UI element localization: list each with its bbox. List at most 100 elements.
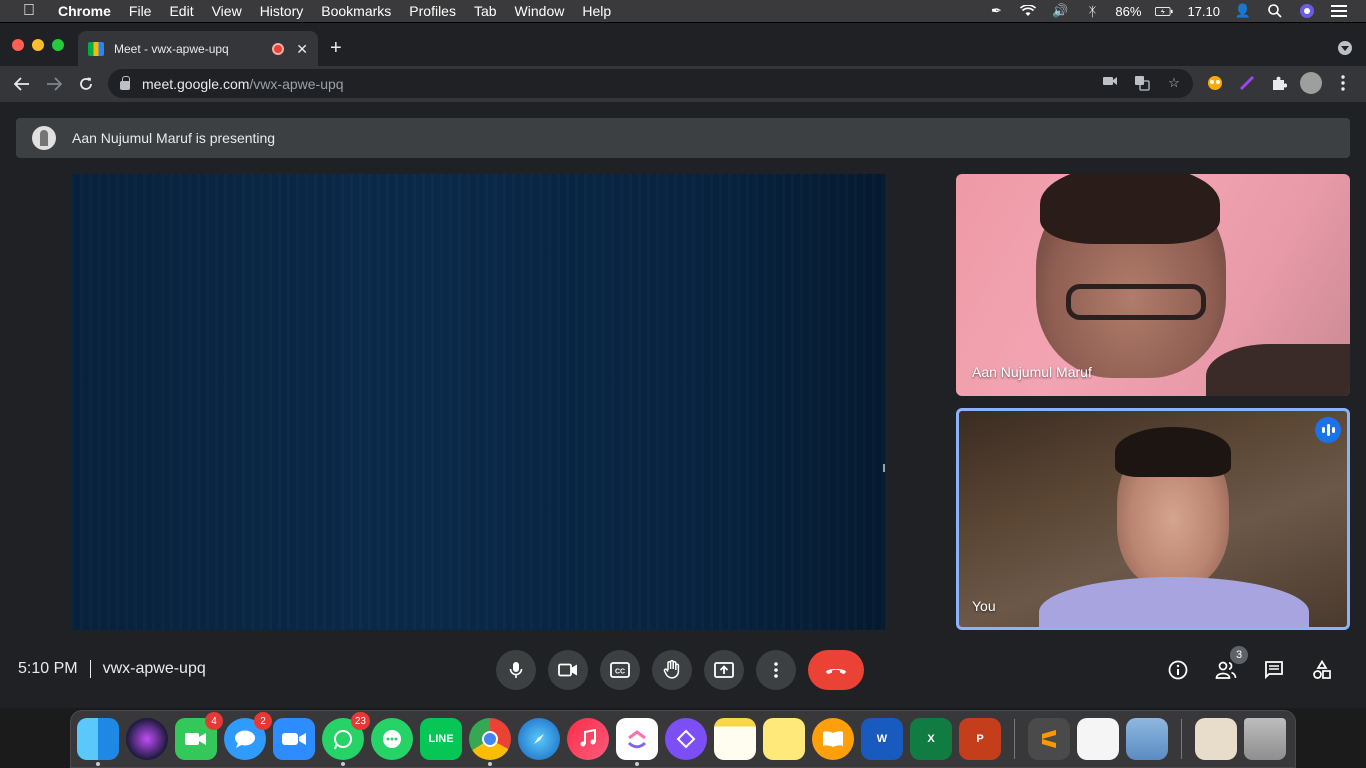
messages-badge: 2: [254, 712, 272, 730]
browser-toolbar: meet.google.com/vwx-apwe-upq ☆: [0, 66, 1366, 102]
bookmark-star-icon[interactable]: ☆: [1165, 75, 1183, 91]
more-options-button[interactable]: [756, 650, 796, 690]
control-center-icon[interactable]: [1330, 4, 1348, 18]
trash-icon[interactable]: [1244, 718, 1286, 760]
shared-screen: [71, 174, 885, 630]
menu-file[interactable]: File: [129, 3, 152, 19]
whatsapp-icon[interactable]: 23: [322, 712, 370, 766]
music-icon[interactable]: [567, 718, 609, 760]
svg-text:CC: CC: [615, 669, 625, 676]
dock-divider: [1014, 719, 1015, 759]
menu-bookmarks[interactable]: Bookmarks: [321, 3, 391, 19]
menu-help[interactable]: Help: [582, 3, 611, 19]
present-now-button[interactable]: [704, 650, 744, 690]
feather-icon[interactable]: ✒: [987, 3, 1005, 18]
participant-tile-remote[interactable]: Aan Nujumul Maruf: [956, 174, 1350, 396]
line-icon[interactable]: LINE: [420, 718, 462, 760]
participant-tile-self[interactable]: You: [956, 408, 1350, 630]
participant-name: Aan Nujumul Maruf: [972, 364, 1092, 380]
books-icon[interactable]: [812, 718, 854, 760]
spotlight-search-icon[interactable]: [1266, 4, 1284, 18]
dock: 4 2 23 LINE W X P: [70, 710, 1296, 768]
finder-icon[interactable]: [77, 718, 119, 766]
extension-monster-icon[interactable]: [1204, 72, 1226, 94]
dock-area: 4 2 23 LINE W X P: [0, 708, 1366, 768]
tab-close-icon[interactable]: ✕: [296, 41, 308, 58]
battery-icon[interactable]: [1155, 4, 1174, 18]
self-name: You: [972, 598, 996, 614]
facetime-icon[interactable]: 4: [175, 712, 223, 760]
back-button[interactable]: [6, 68, 38, 100]
address-bar[interactable]: meet.google.com/vwx-apwe-upq ☆: [108, 69, 1193, 98]
profile-avatar[interactable]: [1300, 72, 1322, 94]
clickup-icon[interactable]: [616, 718, 658, 766]
microphone-button[interactable]: [496, 650, 536, 690]
activities-button[interactable]: [1310, 654, 1334, 686]
sublime-text-icon[interactable]: [1028, 718, 1070, 760]
reload-button[interactable]: [70, 68, 102, 100]
linear-app-icon[interactable]: [665, 718, 707, 760]
meeting-time: 5:10 PM: [18, 660, 78, 677]
extension-pen-icon[interactable]: [1236, 72, 1258, 94]
extensions-puzzle-icon[interactable]: [1268, 72, 1290, 94]
word-icon[interactable]: W: [861, 718, 903, 760]
clock[interactable]: 17.10: [1187, 4, 1220, 19]
whatsapp-business-icon[interactable]: [371, 718, 413, 760]
mac-menu-bar:  Chrome File Edit View History Bookmark…: [0, 0, 1366, 22]
meeting-side-controls: 3: [1166, 646, 1334, 686]
menu-window[interactable]: Window: [515, 3, 565, 19]
raise-hand-button[interactable]: [652, 650, 692, 690]
notes-icon[interactable]: [714, 718, 756, 760]
chrome-icon[interactable]: [469, 718, 511, 766]
facetime-badge: 4: [205, 712, 223, 730]
zoom-window-button[interactable]: [52, 39, 64, 51]
chrome-menu-icon[interactable]: [1332, 72, 1354, 94]
bluetooth-icon[interactable]: ᛡ: [1083, 4, 1101, 19]
meeting-code[interactable]: vwx-apwe-upq: [103, 660, 206, 678]
captions-button[interactable]: CC: [600, 650, 640, 690]
minimize-window-button[interactable]: [32, 39, 44, 51]
new-tab-button[interactable]: +: [330, 37, 342, 60]
menu-edit[interactable]: Edit: [169, 3, 193, 19]
textedit-icon[interactable]: [1077, 718, 1119, 760]
camera-button[interactable]: [548, 650, 588, 690]
excel-icon[interactable]: X: [910, 718, 952, 760]
menu-view[interactable]: View: [212, 3, 242, 19]
meet-favicon-icon: [88, 42, 104, 56]
menu-history[interactable]: History: [260, 3, 304, 19]
apple-menu-icon[interactable]: : [18, 2, 40, 20]
user-icon[interactable]: 👤: [1234, 3, 1252, 18]
tab-search-icon[interactable]: [1338, 41, 1352, 55]
browser-tab-meet[interactable]: Meet - vwx-apwe-upq ✕: [78, 31, 318, 67]
preview-icon[interactable]: [1126, 718, 1168, 760]
safari-icon[interactable]: [518, 718, 560, 760]
shapes-icon: [1313, 660, 1331, 679]
camera-in-use-icon[interactable]: [1101, 75, 1119, 91]
powerpoint-icon[interactable]: P: [959, 718, 1001, 760]
meeting-details-button[interactable]: [1166, 654, 1190, 686]
wifi-icon[interactable]: [1019, 4, 1037, 18]
participants-button[interactable]: 3: [1214, 646, 1248, 686]
url-path: /vwx-apwe-upq: [249, 75, 344, 92]
stickies-icon[interactable]: [763, 718, 805, 760]
more-vertical-icon: [774, 662, 778, 678]
people-icon: [1215, 661, 1237, 679]
translate-icon[interactable]: [1133, 75, 1151, 91]
menubar-status-area: ✒ 🔊 ᛡ 86% 17.10 👤: [987, 0, 1348, 22]
menu-tab[interactable]: Tab: [474, 3, 497, 19]
volume-icon[interactable]: 🔊: [1051, 3, 1069, 18]
leave-call-button[interactable]: [808, 650, 864, 690]
menu-app-name[interactable]: Chrome: [58, 3, 111, 19]
extensions-area: [1204, 72, 1354, 94]
close-window-button[interactable]: [12, 39, 24, 51]
lock-icon[interactable]: [120, 75, 130, 90]
messages-icon[interactable]: 2: [224, 712, 272, 760]
menu-profiles[interactable]: Profiles: [409, 3, 456, 19]
zoom-icon[interactable]: [273, 718, 315, 760]
chat-button[interactable]: [1262, 654, 1286, 686]
forward-button[interactable]: [38, 68, 70, 100]
siri-app-icon[interactable]: [126, 718, 168, 760]
siri-icon[interactable]: [1298, 4, 1316, 18]
downloads-stack-icon[interactable]: [1195, 718, 1237, 760]
presenter-avatar: [32, 126, 56, 150]
